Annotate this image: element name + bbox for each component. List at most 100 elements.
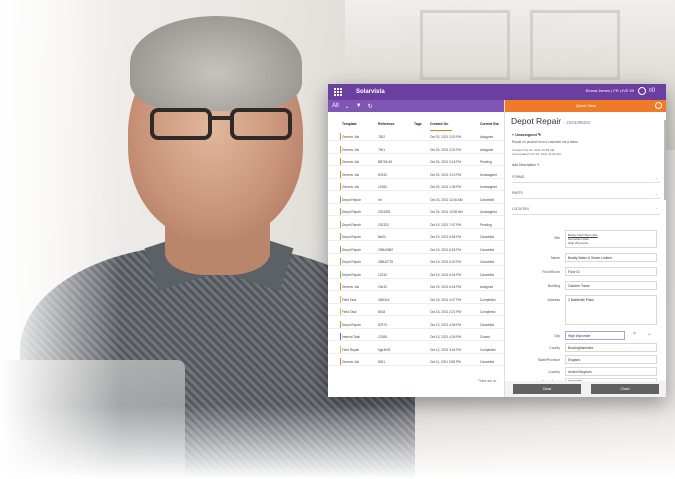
- cell-created-on: Oct 12, 2021 3:44 PM: [430, 347, 462, 352]
- cell-template: Depot Repair: [342, 197, 361, 202]
- cell-created-on: Oct 20, 2021 11:06 AM: [430, 197, 463, 202]
- column-header-current-status[interactable]: Current Sta: [480, 122, 498, 126]
- cell-status: Cancelled: [480, 360, 495, 364]
- floor-room-field[interactable]: Floor 01: [565, 267, 657, 276]
- table-row[interactable]: Depot Repair 12232 Oct 19, 2021 6:16 PM Can…: [328, 270, 504, 279]
- table-row[interactable]: Depot Repair 23f643982 Oct 19, 2021 6:53 P…: [328, 245, 504, 254]
- cell-template: Generic Job: [342, 172, 360, 177]
- template-color-marker: [340, 195, 341, 203]
- cell-created-on: Oct 19, 2021 6:53 PM: [430, 247, 462, 252]
- table-row[interactable]: Depot Repair Int Oct 20, 2021 11:06 AM Canc…: [328, 195, 504, 204]
- column-header-tags[interactable]: Tags: [414, 122, 422, 126]
- county-label: County: [549, 346, 560, 350]
- site-field[interactable]: Beatty High Wycombe Gemsham Park High Wy…: [565, 230, 657, 248]
- chevron-down-icon[interactable]: ⌄: [345, 103, 350, 110]
- user-name[interactable]: Emma James | FR LIVE 59: [586, 88, 634, 93]
- table-row[interactable]: Field Task 8018 Oct 15, 2021 2:21 PM Comple…: [328, 307, 504, 316]
- cell-reference: BB765-30: [378, 160, 393, 164]
- floor-room-label: Floor/Room: [542, 270, 560, 274]
- table-row[interactable]: Generic Job 12363 Oct 20, 2021 1:35 PM Unas…: [328, 182, 504, 191]
- table-row[interactable]: Generic Job 87643 Oct 20, 2021 3:13 PM Unas…: [328, 170, 504, 179]
- table-row[interactable]: Generic Job 8001 Oct 11, 2021 3:58 PM Cance…: [328, 357, 504, 366]
- template-color-marker: [340, 320, 341, 328]
- cell-template: Depot Repair: [342, 322, 361, 327]
- sort-indicator: [430, 130, 452, 131]
- column-header-created-on[interactable]: Created On: [430, 122, 448, 126]
- country-field[interactable]: United Kingdom: [565, 367, 657, 376]
- table-row[interactable]: Depot Repair 33f642778 Oct 19, 2021 6:20 P…: [328, 257, 504, 266]
- cell-status: Closed: [480, 335, 490, 339]
- building-field[interactable]: Gardner Tower: [565, 281, 657, 290]
- background-window-frame: [420, 10, 510, 80]
- background-window-frame: [530, 10, 620, 80]
- table-row[interactable]: Depot Repair 2324392 Oct 20, 2021 10:59 AM…: [328, 207, 504, 216]
- table-row[interactable]: Generic Job 7501 Oct 20, 2021 3:20 PM Assig…: [328, 145, 504, 154]
- address-label: Address: [547, 298, 560, 302]
- table-row[interactable]: Depot Repair 232332 Oct 19, 2021 7:07 PM Pe…: [328, 220, 504, 229]
- help-icon[interactable]: [638, 87, 646, 95]
- column-header-reference[interactable]: Reference: [378, 122, 394, 126]
- close-button[interactable]: Close: [591, 384, 659, 394]
- county-field[interactable]: Buckinghamshire: [565, 343, 657, 352]
- section-forms[interactable]: FORMS ⌄: [512, 175, 660, 183]
- name-field[interactable]: Beatty Water & Sewer Limited: [565, 253, 657, 262]
- view-selector[interactable]: All: [332, 103, 339, 109]
- cell-template: Generic Job: [342, 285, 360, 289]
- cell-created-on: Oct 19, 2021 6:55 PM: [430, 235, 462, 239]
- cell-status: Cancelled: [480, 247, 495, 252]
- quick-view-title: Quick View: [576, 103, 596, 108]
- clear-button[interactable]: Clear: [513, 384, 581, 394]
- table-row[interactable]: Generic Job BB765-30 Oct 20, 2021 3:18 PM P…: [328, 157, 504, 166]
- template-color-marker: [340, 208, 341, 215]
- cell-reference: 9ge3e32: [378, 347, 391, 352]
- table-row[interactable]: Depot Repair 87574 Oct 13, 2021 4:08 PM Can…: [328, 320, 504, 329]
- table-row[interactable]: Depot Repair 8w04 Oct 19, 2021 6:55 PM Canc…: [328, 232, 504, 241]
- table-row[interactable]: Internal Task 12365 Oct 13, 2021 4:26 PM Cl…: [328, 332, 504, 341]
- template-color-marker: [340, 258, 341, 265]
- city-field[interactable]: High Wycombe: [565, 331, 625, 340]
- cell-reference: 2324392: [378, 210, 391, 214]
- template-color-marker: [340, 233, 341, 240]
- section-location[interactable]: LOCATION ⌃: [512, 207, 660, 215]
- address-field[interactable]: 2 Babelville Place: [565, 295, 657, 325]
- cell-status: Completed: [480, 310, 496, 314]
- fade-overlay: [0, 405, 675, 479]
- cell-reference: 232332: [378, 222, 389, 227]
- cell-status: Completed: [480, 297, 496, 302]
- cell-status: Cancelled: [480, 235, 495, 239]
- scrollbar[interactable]: [664, 120, 666, 200]
- app-launcher-icon[interactable]: [332, 86, 344, 98]
- chevron-down-icon[interactable]: ⌄: [647, 331, 651, 337]
- table-row[interactable]: Generic Job 7502 Oct 20, 2021 3:20 PM Assig…: [328, 132, 504, 141]
- job-reference: - 23243952st: [563, 120, 590, 125]
- cell-reference: 23f643982: [378, 247, 394, 252]
- job-status[interactable]: ˅ Unassigned ✎: [512, 132, 541, 137]
- cell-template: Generic Job: [342, 185, 360, 189]
- state-field[interactable]: England: [565, 355, 657, 364]
- cell-created-on: Oct 20, 2021 3:20 PM: [430, 135, 462, 139]
- chevron-down-icon: ⌄: [654, 191, 658, 196]
- glasses-lens: [230, 108, 292, 140]
- template-color-marker: [340, 245, 341, 253]
- refresh-icon[interactable]: ↻: [368, 103, 373, 110]
- filter-icon[interactable]: ▼: [356, 103, 362, 109]
- close-icon[interactable]: [655, 102, 662, 109]
- notification-count: 0: [651, 88, 655, 94]
- cell-template: Internal Task: [342, 335, 361, 339]
- cell-reference: 8w04: [378, 235, 386, 239]
- cell-template: Field Task: [342, 310, 357, 314]
- cell-status: Unassigned: [480, 185, 497, 189]
- cell-template: Depot Repair: [342, 235, 361, 239]
- notification-icon[interactable]: ◊0: [649, 87, 655, 95]
- cell-template: Generic Job: [342, 135, 360, 139]
- table-row[interactable]: Field Repair 9ge3e32 Oct 12, 2021 3:44 PM C…: [328, 345, 504, 354]
- cell-template: Field Repair: [342, 347, 360, 352]
- table-row[interactable]: Generic Job 23e32 Oct 19, 2021 6:16 PM Assi…: [328, 282, 504, 291]
- add-description-button[interactable]: Add Description ✎: [512, 163, 540, 167]
- cell-status: Cancelled: [480, 322, 495, 327]
- clear-icon[interactable]: ×: [633, 331, 636, 337]
- column-header-template[interactable]: Template: [342, 122, 357, 126]
- table-row[interactable]: Field Task 43f43v3 Oct 15, 2021 4:07 PM Com…: [328, 295, 504, 304]
- cell-created-on: Oct 20, 2021 10:59 AM: [430, 210, 463, 214]
- section-parts[interactable]: PARTS ⌄: [512, 191, 660, 199]
